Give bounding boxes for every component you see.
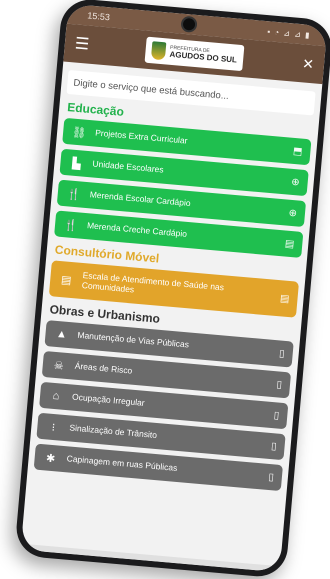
phone-screen: 15:53 ▪ ◔ ⊿ ⊿ ▮ ☰ PREFEITURA DE AGUDOS D…	[20, 3, 328, 573]
item-label: Escala de Atendimento de Saúde nas Comun…	[81, 270, 225, 295]
document-icon: ▤	[60, 273, 72, 287]
cutlery-icon: 🍴	[66, 187, 82, 201]
close-icon[interactable]: ✕	[293, 54, 315, 73]
asterisk-icon: ✱	[45, 452, 56, 465]
road-icon: ▲	[55, 327, 68, 341]
menu-icon[interactable]: ☰	[74, 33, 96, 55]
document-icon: ▤	[284, 238, 295, 250]
item-label: Merenda Escolar Cardápio	[89, 189, 191, 209]
clipboard-icon: ▯	[267, 471, 275, 483]
clipboard-icon: ▯	[270, 440, 278, 453]
cutlery-icon: 🍴	[63, 218, 79, 232]
network-icon: ⛓	[71, 126, 87, 140]
status-icons: ▪ ◔ ⊿ ⊿ ▮	[266, 26, 311, 40]
item-label: Sinalização de Trânsito	[69, 422, 158, 441]
house-icon: ⌂	[52, 389, 60, 403]
traffic-light-icon: ⁝	[51, 421, 56, 434]
school-icon: ▙	[71, 157, 82, 170]
item-label: Áreas de Risco	[74, 360, 133, 376]
globe-icon: ⊕	[290, 176, 301, 189]
document-icon: ▤	[279, 292, 290, 305]
item-label: Merenda Creche Cardápio	[86, 220, 188, 240]
expand-icon: ⬒	[292, 145, 303, 158]
item-label: Manutenção de Vias Públicas	[77, 329, 190, 350]
item-label: Ocupação Irregular	[71, 391, 146, 408]
camera-icon	[179, 15, 198, 33]
logo-text: PREFEITURA DE AGUDOS DO SUL	[169, 44, 237, 64]
bottom-bar	[20, 543, 281, 573]
item-label: Projetos Extra Curricular	[94, 127, 188, 146]
phone-frame: 15:53 ▪ ◔ ⊿ ⊿ ▮ ☰ PREFEITURA DE AGUDOS D…	[14, 0, 330, 579]
clipboard-icon: ▯	[273, 409, 280, 422]
skull-icon: ☠	[53, 359, 65, 373]
clipboard-icon: ▯	[278, 347, 286, 360]
globe-icon: ⊕	[288, 207, 298, 219]
status-time: 15:53	[86, 10, 111, 23]
crest-icon	[151, 41, 167, 61]
clipboard-icon: ▯	[276, 378, 283, 391]
logo: PREFEITURA DE AGUDOS DO SUL	[144, 36, 245, 72]
item-label: Unidade Escolares	[92, 158, 165, 175]
item-label: Capinagem em ruas Públicas	[66, 453, 178, 474]
